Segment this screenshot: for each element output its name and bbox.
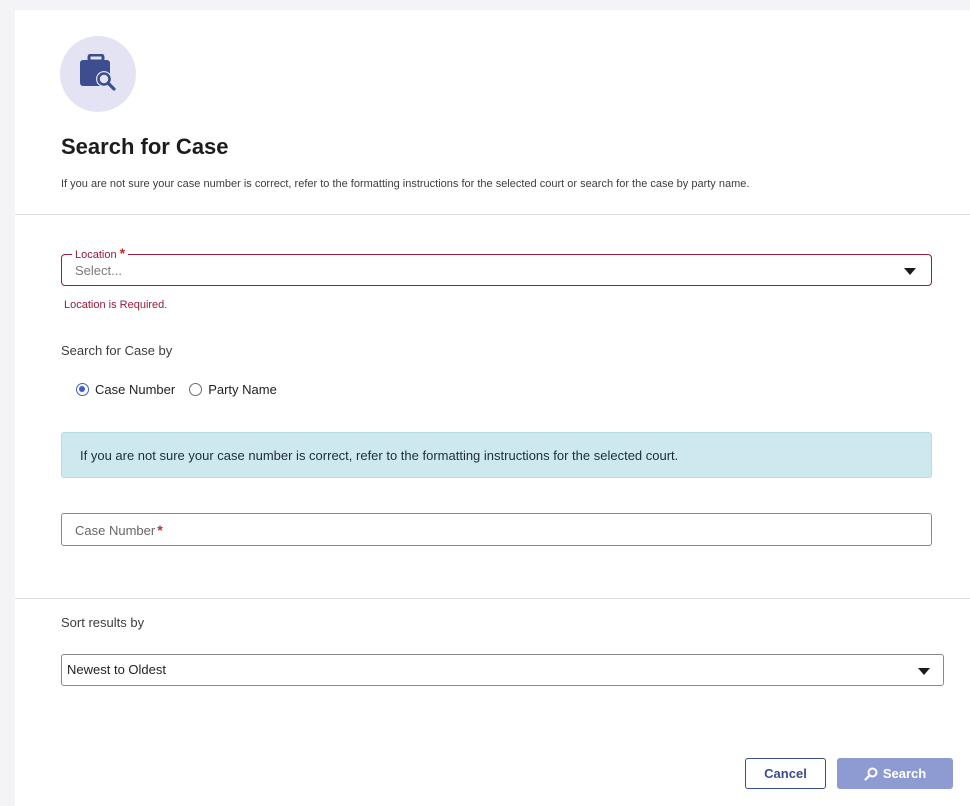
location-error-message: Location is Required.: [64, 299, 168, 311]
location-placeholder: Select...: [75, 263, 122, 278]
cancel-button[interactable]: Cancel: [745, 758, 826, 789]
case-number-placeholder-text: Case Number: [75, 523, 156, 538]
required-star: *: [119, 245, 126, 261]
sort-select[interactable]: Newest to Oldest: [61, 654, 944, 686]
chevron-down-icon[interactable]: [918, 668, 930, 675]
info-alert-text: If you are not sure your case number is …: [80, 448, 679, 463]
search-case-panel: Search for Case If you are not sure your…: [15, 10, 970, 806]
page: Search for Case If you are not sure your…: [0, 0, 970, 806]
search-icon: [864, 767, 878, 781]
case-number-radio[interactable]: [76, 382, 89, 396]
cancel-button-label: Cancel: [764, 766, 807, 781]
search-button[interactable]: Search: [837, 758, 953, 789]
location-select[interactable]: Location * Select...: [61, 245, 932, 286]
case-number-radio-label[interactable]: Case Number: [95, 382, 175, 397]
case-number-placeholder: Case Number *: [75, 522, 163, 538]
required-star: *: [157, 522, 163, 538]
location-label: Location *: [72, 245, 129, 261]
info-alert: If you are not sure your case number is …: [61, 432, 932, 478]
header-icon-circle: [60, 36, 136, 112]
header-divider: [15, 214, 970, 215]
page-title: Search for Case: [61, 134, 229, 159]
chevron-down-icon[interactable]: [904, 268, 916, 275]
party-name-radio-label[interactable]: Party Name: [208, 382, 277, 397]
sort-label: Sort results by: [61, 615, 145, 630]
section-divider: [15, 598, 970, 599]
briefcase-search-icon: [80, 54, 116, 91]
search-by-label: Search for Case by: [61, 343, 173, 358]
party-name-radio[interactable]: [189, 382, 203, 396]
search-button-label: Search: [882, 766, 927, 781]
location-label-text: Location: [75, 249, 117, 261]
search-by-radio-group: Case Number Party Name: [76, 380, 291, 398]
page-subtitle: If you are not sure your case number is …: [61, 178, 750, 190]
sort-selected-value: Newest to Oldest: [67, 662, 166, 677]
case-number-input[interactable]: Case Number *: [61, 513, 932, 546]
